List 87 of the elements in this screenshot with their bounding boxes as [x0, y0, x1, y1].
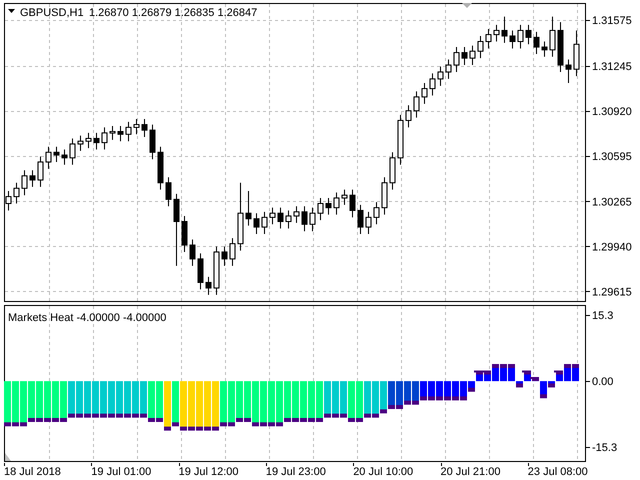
candlestick [446, 59, 452, 80]
candlestick [46, 146, 52, 170]
candlestick [6, 190, 12, 211]
price-axis-label: 1.31245 [592, 60, 632, 73]
candlestick [110, 125, 116, 140]
candlestick [366, 211, 372, 234]
price-axis-label: 1.31575 [592, 15, 632, 28]
candlestick [310, 207, 316, 232]
candlestick [86, 132, 92, 149]
candlestick [342, 189, 348, 206]
price-axis-label: 1.29940 [592, 241, 632, 254]
candlestick [38, 156, 44, 188]
symbol-label: GBPUSD,H1 [20, 7, 84, 19]
candlestick [526, 24, 532, 45]
candlestick [430, 72, 436, 96]
candlestick [94, 132, 100, 150]
candlestick [30, 170, 36, 188]
candlestick [70, 138, 76, 166]
candlestick [422, 82, 428, 104]
corner-triangle-icon [5, 453, 11, 461]
candlestick [294, 206, 300, 224]
candlestick [254, 212, 260, 234]
quote-values: 1.26870 1.26879 1.26835 1.26847 [89, 7, 258, 19]
candlestick [334, 192, 340, 216]
time-axis-label: 23 Jul 08:00 [528, 466, 588, 478]
candlestick [54, 146, 60, 162]
candlestick [318, 197, 324, 221]
candlestick [142, 118, 148, 138]
time-axis-label: 19 Jul 01:00 [91, 466, 152, 478]
candlestick [278, 207, 284, 229]
candlestick [286, 210, 292, 229]
candlestick [270, 207, 276, 225]
candlestick [462, 46, 468, 66]
candlestick [102, 126, 108, 150]
candlestick [326, 197, 332, 216]
candlestick [78, 135, 84, 152]
candlestick [502, 16, 508, 44]
candlestick [22, 170, 28, 196]
candlestick [190, 239, 196, 266]
candlestick [566, 59, 572, 84]
candlestick [198, 252, 204, 290]
candlestick [438, 66, 444, 86]
candlestick [206, 276, 212, 296]
candlestick [518, 24, 524, 49]
candlestick [470, 45, 476, 66]
candlestick [174, 193, 180, 266]
candlestick [126, 121, 132, 142]
dropdown-triangle-icon[interactable] [8, 9, 15, 13]
time-axis-label: 20 Jul 21:00 [440, 466, 500, 478]
time-axis-label: 19 Jul 23:00 [266, 466, 326, 478]
candlestick [230, 238, 236, 266]
candlestick [358, 204, 364, 234]
indicator-axis-label: -15.3 [592, 442, 618, 454]
candlestick [246, 190, 252, 226]
candlestick [14, 182, 20, 204]
candlestick [262, 211, 268, 234]
candlestick [454, 46, 460, 72]
candlestick [414, 90, 420, 118]
candlestick [542, 41, 548, 58]
candlestick [350, 189, 356, 218]
price-axis-label: 1.29615 [592, 286, 632, 298]
candlestick [150, 124, 156, 160]
indicator-title: Markets Heat -4.00000 -4.00000 [8, 312, 166, 324]
candlestick [494, 24, 500, 42]
candlestick [510, 30, 516, 49]
time-axis-label: 19 Jul 12:00 [178, 466, 239, 478]
price-axis-label: 1.30595 [592, 150, 632, 163]
shift-marker-icon[interactable] [462, 3, 472, 8]
candlestick [478, 35, 484, 59]
indicator-axis-label: 15.3 [592, 310, 614, 322]
indicator-axis-label: 0.00 [592, 376, 614, 388]
candlestick [486, 28, 492, 49]
time-axis-label: 20 Jul 10:00 [353, 466, 414, 478]
candlestick [166, 176, 172, 207]
candlestick [118, 125, 124, 142]
price-axis-label: 1.30265 [592, 196, 632, 208]
candlestick [182, 215, 188, 252]
candlestick [302, 206, 308, 232]
candlestick [134, 118, 140, 135]
time-axis-label: 18 Jul 2018 [4, 466, 61, 478]
candlestick [550, 16, 556, 58]
candlestick [406, 104, 412, 128]
candlestick [534, 31, 540, 54]
candlestick [374, 202, 380, 225]
candlestick [222, 246, 228, 266]
price-axis-label: 1.30920 [592, 106, 632, 118]
candlestick [62, 149, 68, 166]
